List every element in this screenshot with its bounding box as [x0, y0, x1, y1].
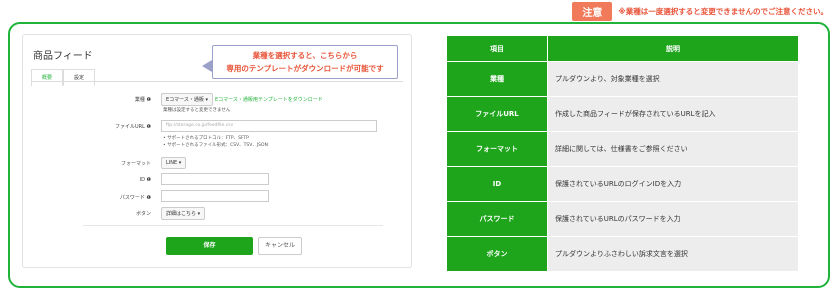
button-select[interactable]: 詳細はこちら ▾: [161, 207, 206, 220]
template-callout: 業種を選択すると、こちらから 専用のテンプレートがダウンロードが可能です: [212, 45, 398, 79]
file-url-notes: • サポートされるプロトコル：FTP、SFTP • サポートされるファイル形式：…: [163, 135, 268, 149]
notice-badge: 注意: [572, 2, 613, 21]
industry-select[interactable]: Eコマース・通販 ▾: [161, 93, 214, 106]
table-header-row: 項目 説明: [446, 35, 799, 62]
save-button[interactable]: 保存: [166, 237, 253, 255]
id-label: ID ❶: [139, 177, 151, 183]
button-label: ボタン: [135, 211, 151, 217]
tab-overview[interactable]: 概要: [31, 69, 64, 86]
file-url-input[interactable]: ftp://storage.co.jp/feedfile.csv: [161, 120, 377, 132]
table-row: ID 保護されているURLのログインIDを入力: [446, 166, 799, 202]
tab-divider: [31, 81, 403, 82]
callout-arrow: [202, 60, 212, 72]
page-root: 注意 ※業種は一度選択すると変更できませんのでご注意ください。 商品フィード 概…: [0, 0, 840, 298]
header-item: 項目: [446, 35, 548, 62]
format-label: フォーマット: [120, 161, 151, 167]
industry-hint: 業種は設定すると変更できません: [163, 108, 231, 113]
format-note-text: サポートされるファイル形式：CSV、TSV、JSON: [167, 143, 268, 148]
row-desc: 詳細に関しては、仕様書をご参照ください: [547, 131, 799, 167]
row-key: ファイルURL: [446, 96, 548, 132]
notice-bar: 注意 ※業種は一度選択すると変更できませんのでご注意ください。: [572, 2, 828, 21]
form-divider: [83, 225, 383, 226]
file-url-label: ファイルURL ❶: [115, 124, 151, 130]
tab-bar: 概要 設定: [31, 69, 96, 86]
table-row: 業種 プルダウンより、対象業種を選択: [446, 61, 799, 97]
format-note: • サポートされるファイル形式：CSV、TSV、JSON: [163, 143, 268, 148]
row-desc: 保護されているURLのログインIDを入力: [547, 166, 799, 202]
table-row: フォーマット 詳細に関しては、仕様書をご参照ください: [446, 131, 799, 167]
password-input[interactable]: [161, 190, 269, 202]
notice-text: ※業種は一度選択すると変更できませんのでご注意ください。: [618, 7, 828, 16]
row-desc: プルダウンよりふさわしい訴求文言を選択: [547, 236, 799, 272]
field-description-table: 項目 説明 業種 プルダウンより、対象業種を選択 ファイルURL 作成した商品フ…: [446, 35, 799, 272]
cancel-button[interactable]: キャンセル: [258, 237, 302, 255]
table-row: パスワード 保護されているURLのパスワードを入力: [446, 201, 799, 237]
table-row: ファイルURL 作成した商品フィードが保存されているURLを記入: [446, 96, 799, 132]
template-download-link[interactable]: Eコマース・通販用テンプレートをダウンロード: [215, 96, 323, 103]
row-key: ID: [446, 166, 548, 202]
protocol-note-text: サポートされるプロトコル：FTP、SFTP: [167, 136, 249, 141]
callout-line-1: 業種を選択すると、こちらから: [252, 51, 358, 60]
header-description: 説明: [547, 35, 799, 62]
row-key: 業種: [446, 61, 548, 97]
protocol-note: • サポートされるプロトコル：FTP、SFTP: [163, 136, 249, 141]
tab-settings[interactable]: 設定: [63, 69, 96, 86]
row-key: パスワード: [446, 201, 548, 237]
row-desc: 作成した商品フィードが保存されているURLを記入: [547, 96, 799, 132]
row-key: フォーマット: [446, 131, 548, 167]
panel-title: 商品フィード: [33, 51, 93, 62]
industry-label: 業種 ❶: [134, 97, 151, 103]
password-label: パスワード ❶: [119, 195, 151, 201]
row-desc: 保護されているURLのパスワードを入力: [547, 201, 799, 237]
table-row: ボタン プルダウンよりふさわしい訴求文言を選択: [446, 236, 799, 272]
id-input[interactable]: [161, 173, 269, 185]
row-desc: プルダウンより、対象業種を選択: [547, 61, 799, 97]
row-key: ボタン: [446, 236, 548, 272]
format-select[interactable]: LINE ▾: [161, 157, 187, 169]
callout-line-2: 専用のテンプレートがダウンロードが可能です: [226, 64, 384, 73]
